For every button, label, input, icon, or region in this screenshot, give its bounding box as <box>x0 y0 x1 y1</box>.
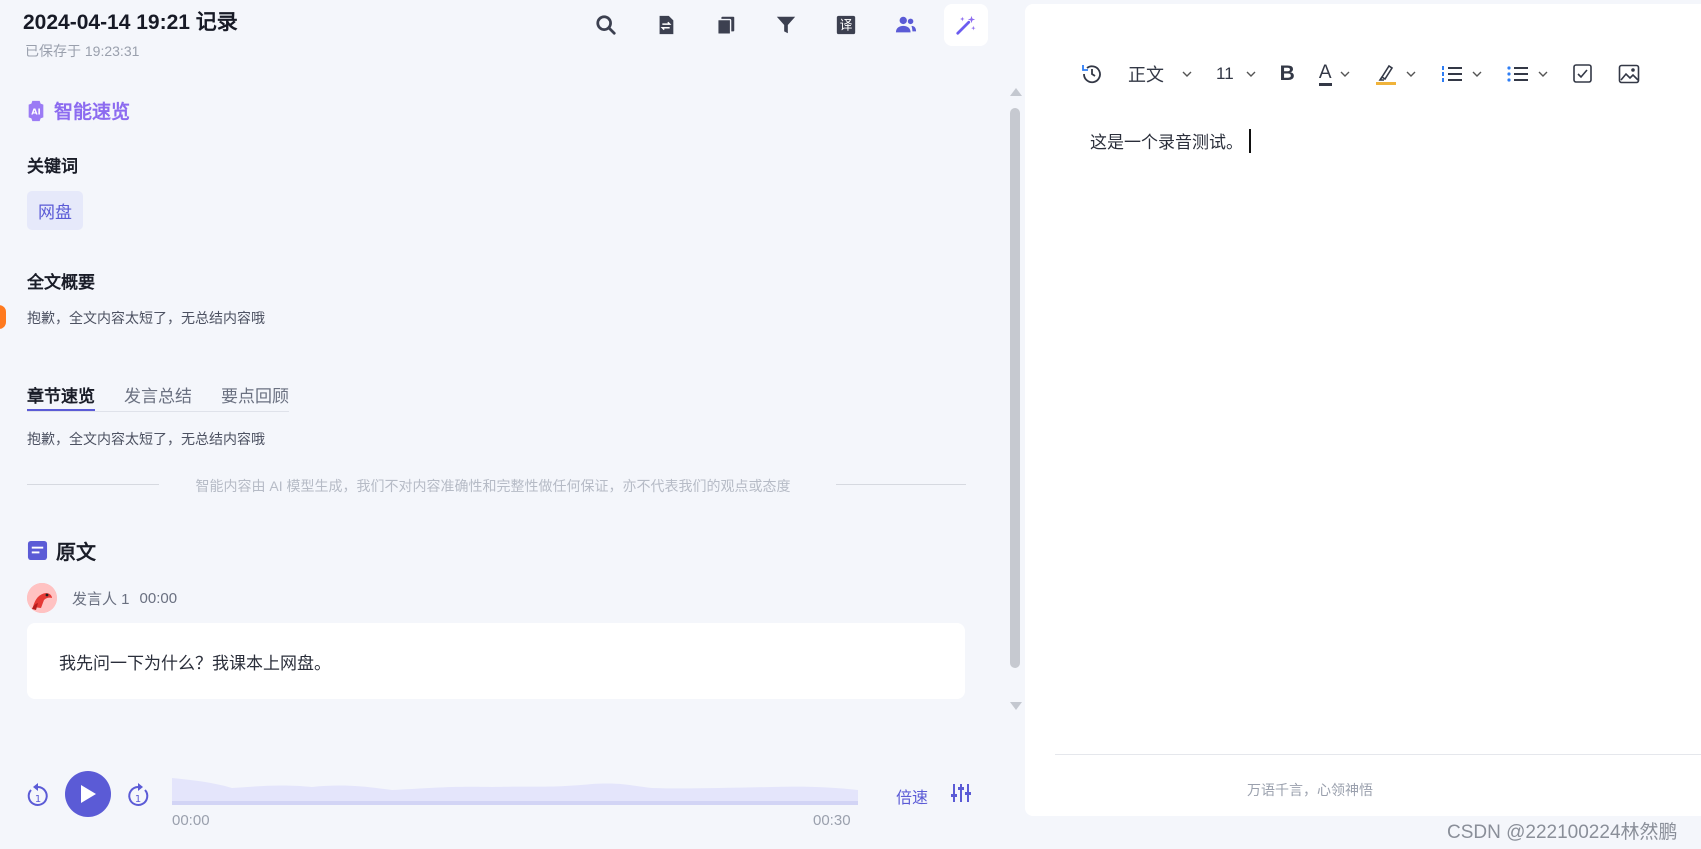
people-icon <box>895 16 917 33</box>
highlight-button[interactable] <box>1374 62 1416 86</box>
search-button[interactable] <box>584 4 628 46</box>
magic-wand-icon <box>956 15 976 35</box>
playback-speed-button[interactable]: 倍速 <box>896 784 928 808</box>
scroll-down-arrow[interactable] <box>1010 702 1022 710</box>
history-button[interactable] <box>1080 62 1104 86</box>
audio-waveform[interactable] <box>172 768 858 808</box>
speaker-row: 发言人 1 00:00 <box>27 583 177 613</box>
filter-button[interactable] <box>764 4 808 46</box>
chevron-down-icon <box>1340 71 1350 77</box>
top-toolbar: 译 <box>584 4 988 46</box>
file-swap-icon <box>659 15 674 35</box>
tab-speaker-summary[interactable]: 发言总结 <box>124 382 192 411</box>
insert-image-button[interactable] <box>1618 63 1640 85</box>
equalizer-icon[interactable] <box>950 782 972 804</box>
divider-left <box>27 484 159 485</box>
chevron-down-icon <box>1472 71 1482 77</box>
overview-text: 抱歉，全文内容太短了，无总结内容哦 <box>27 310 265 326</box>
divider-right <box>836 484 966 485</box>
bullet-list-button[interactable] <box>1506 62 1548 86</box>
svg-text:1: 1 <box>135 794 141 805</box>
transcript-scrollbar[interactable] <box>1008 88 1022 710</box>
document-icon <box>27 540 48 561</box>
paragraph-style-select[interactable]: 正文 <box>1128 61 1192 87</box>
chevron-down-icon <box>1406 71 1416 77</box>
editor-footer-divider <box>1055 754 1701 755</box>
ai-badge-icon: AI <box>28 100 44 121</box>
audio-player: 1 1 00:00 00:30 倍速 <box>0 760 1000 849</box>
translate-icon: 译 <box>836 15 856 35</box>
filter-icon <box>776 16 796 34</box>
speakers-button[interactable] <box>884 4 928 46</box>
paragraph-style-value: 正文 <box>1128 65 1164 85</box>
side-handle[interactable] <box>0 305 6 329</box>
checklist-button[interactable] <box>1572 63 1594 85</box>
tab-chapter-overview[interactable]: 章节速览 <box>27 382 95 411</box>
ai-disclaimer: 智能内容由 AI 模型生成，我们不对内容准确性和完整性做任何保证，亦不代表我们的… <box>195 478 791 494</box>
original-text-header: 原文 <box>27 536 96 565</box>
chevron-down-icon <box>1246 71 1256 77</box>
font-size-value: 11 <box>1216 64 1234 83</box>
bullet-list-icon <box>1506 66 1528 82</box>
svg-text:AI: AI <box>31 106 40 116</box>
saved-status: 已保存于 19:23:31 <box>25 43 140 59</box>
file-swap-button[interactable] <box>644 4 688 46</box>
chevron-down-icon <box>1182 71 1192 77</box>
editor-footer-slogan: 万语千言，心领神悟 <box>1247 782 1373 798</box>
ai-magic-button[interactable] <box>944 4 988 46</box>
highlighter-icon <box>1375 64 1396 85</box>
transcript-paragraph[interactable]: 我先问一下为什么？我课本上网盘。 <box>27 623 965 699</box>
ai-summary-header: AI 智能速览 <box>25 97 130 124</box>
scroll-up-arrow[interactable] <box>1010 88 1022 96</box>
current-time: 00:00 <box>172 812 210 829</box>
font-color-label: A <box>1318 62 1332 86</box>
text-cursor <box>1249 128 1251 153</box>
play-button[interactable] <box>65 771 111 817</box>
overview-label: 全文概要 <box>27 273 95 292</box>
svg-text:1: 1 <box>35 794 41 805</box>
checkbox-icon <box>1572 64 1592 83</box>
numbered-list-button[interactable] <box>1440 62 1482 86</box>
editor-content[interactable]: 这是一个录音测试。 <box>1090 128 1251 153</box>
chevron-down-icon <box>1538 71 1548 77</box>
editor-text: 这是一个录音测试。 <box>1090 133 1243 152</box>
scroll-thumb[interactable] <box>1010 108 1020 668</box>
image-icon <box>1618 64 1639 84</box>
rewind-icon[interactable]: 1 <box>26 782 50 808</box>
translate-button[interactable]: 译 <box>824 4 868 46</box>
total-time: 00:30 <box>813 812 851 829</box>
transcript-panel: 2024-04-14 19:21 记录 已保存于 19:23:31 译 AI 智… <box>0 0 1000 849</box>
history-icon <box>1082 65 1101 84</box>
tab-content-text: 抱歉，全文内容太短了，无总结内容哦 <box>27 431 265 447</box>
copy-button[interactable] <box>704 4 748 46</box>
speaker-timestamp[interactable]: 00:00 <box>140 590 178 607</box>
copy-icon <box>717 16 735 35</box>
numbered-list-icon <box>1441 66 1462 82</box>
editor-toolbar: 正文 11 B A <box>1080 56 1640 92</box>
ai-summary-title: 智能速览 <box>54 102 131 123</box>
svg-text:译: 译 <box>840 19 853 34</box>
keywords-label: 关键词 <box>27 157 78 176</box>
page-title: 2024-04-14 19:21 记录 <box>23 11 238 34</box>
watermark: CSDN @222100224林然鹏 <box>1447 822 1678 843</box>
forward-icon[interactable]: 1 <box>126 782 150 808</box>
tab-key-points[interactable]: 要点回顾 <box>221 382 289 411</box>
play-icon <box>81 785 96 803</box>
font-color-button[interactable]: A <box>1318 62 1350 86</box>
speaker-avatar[interactable] <box>27 583 57 613</box>
bold-label: B <box>1279 62 1295 85</box>
summary-tabs: 章节速览 发言总结 要点回顾 <box>27 382 289 412</box>
parrot-avatar-icon <box>27 583 57 613</box>
notes-editor-panel: 正文 11 B A 这是一个录音测试。 万语千言，心领神悟 <box>1025 4 1701 816</box>
original-text-title: 原文 <box>56 542 96 564</box>
search-icon <box>596 15 616 35</box>
bold-button[interactable]: B <box>1280 62 1295 86</box>
speaker-name[interactable]: 发言人 1 <box>72 588 130 609</box>
font-size-select[interactable]: 11 <box>1216 64 1256 84</box>
keyword-chip[interactable]: 网盘 <box>27 191 83 230</box>
